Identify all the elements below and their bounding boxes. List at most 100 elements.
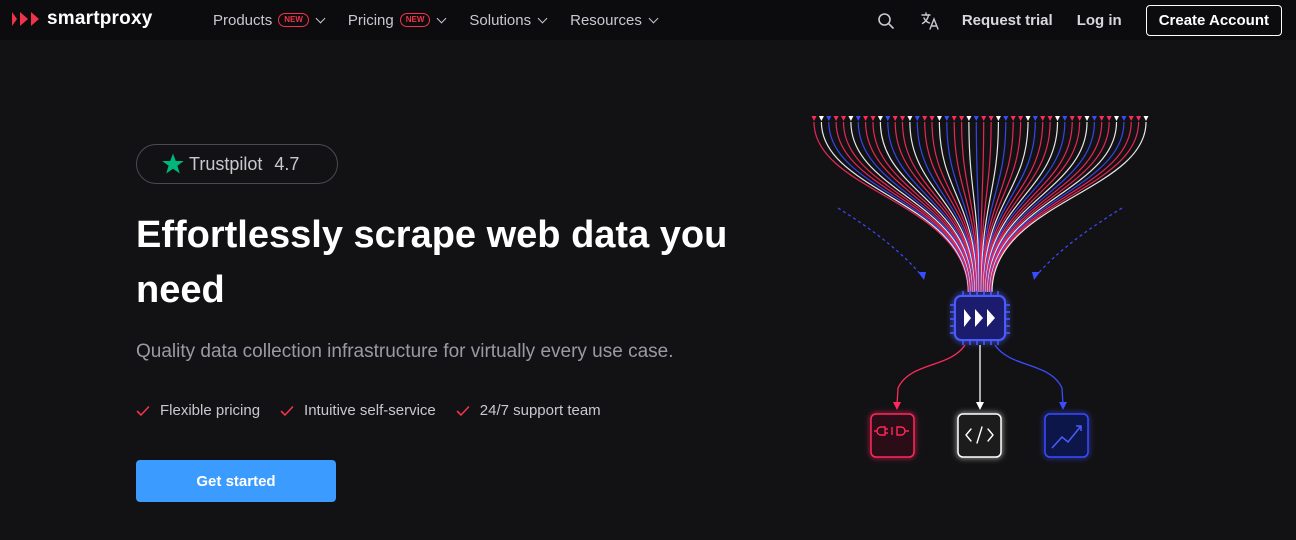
- get-started-button[interactable]: Get started: [136, 460, 336, 502]
- data-strands: [813, 121, 1147, 293]
- source-marker: [811, 116, 817, 121]
- top-navbar: smartproxy Products NEW Pricing NEW Solu…: [0, 0, 1296, 40]
- source-marker: [900, 116, 905, 121]
- page-subtitle: Quality data collection infrastructure f…: [136, 341, 674, 362]
- source-markers: [811, 116, 1149, 121]
- source-marker: [929, 116, 935, 121]
- source-marker: [841, 116, 846, 121]
- source-marker: [914, 116, 920, 121]
- source-marker: [818, 116, 824, 121]
- feature-list: Flexible pricing Intuitive self-service …: [136, 402, 621, 419]
- arrow-head-left: [918, 272, 926, 280]
- data-funnel-illustration: [811, 116, 1149, 458]
- source-marker: [1106, 116, 1112, 121]
- source-marker: [877, 116, 883, 121]
- source-marker: [988, 116, 994, 121]
- source-marker: [922, 116, 928, 121]
- arrow-head: [976, 402, 984, 410]
- menu-item-resources[interactable]: Resources: [570, 12, 659, 29]
- source-marker: [1091, 116, 1097, 121]
- trustpilot-label: Trustpilot: [189, 153, 263, 174]
- source-marker: [981, 116, 987, 121]
- source-marker: [863, 116, 869, 121]
- plug-icon: [870, 413, 915, 458]
- check-icon: [136, 405, 150, 416]
- create-account-button[interactable]: Create Account: [1145, 5, 1282, 36]
- source-marker: [995, 116, 1001, 121]
- source-marker: [951, 116, 957, 121]
- chevron-down-icon: [648, 13, 659, 23]
- menu-item-label: Products: [213, 11, 273, 29]
- source-marker: [1025, 116, 1031, 121]
- source-marker: [892, 116, 898, 121]
- chevron-down-icon: [436, 13, 447, 23]
- source-marker: [870, 116, 876, 121]
- check-icon: [456, 405, 470, 416]
- feature-item: Flexible pricing: [136, 402, 260, 419]
- logo-text: smartproxy: [47, 8, 153, 29]
- source-marker: [1047, 116, 1053, 121]
- source-marker: [1010, 116, 1016, 121]
- source-marker: [973, 116, 979, 121]
- search-icon[interactable]: [874, 9, 898, 33]
- chart-icon: [1044, 413, 1089, 458]
- menu-item-label: Solutions: [469, 11, 532, 29]
- arrow-head-right: [1032, 272, 1040, 280]
- source-marker: [1069, 116, 1075, 121]
- source-marker: [1143, 116, 1149, 121]
- source-marker: [826, 116, 832, 121]
- source-marker: [848, 116, 854, 121]
- source-marker: [1040, 116, 1046, 121]
- source-marker: [907, 116, 913, 121]
- arrow-head: [893, 402, 901, 410]
- output-line-right: [994, 344, 1064, 406]
- request-trial-link[interactable]: Request trial: [962, 12, 1053, 29]
- source-marker: [1018, 116, 1024, 121]
- menu-item-products[interactable]: Products NEW: [213, 11, 326, 29]
- processor-chip-icon: [950, 291, 1010, 345]
- source-marker: [1055, 116, 1060, 121]
- source-marker: [1084, 116, 1090, 121]
- menu-item-pricing[interactable]: Pricing NEW: [347, 11, 447, 29]
- log-in-link[interactable]: Log in: [1077, 12, 1122, 29]
- source-marker: [1121, 116, 1127, 121]
- source-marker: [1099, 116, 1105, 121]
- menu-item-label: Pricing: [347, 11, 394, 29]
- translate-icon[interactable]: [918, 9, 942, 33]
- rating-score: 4.7: [274, 153, 300, 174]
- feature-item: 24/7 support team: [456, 402, 601, 419]
- main-menu: Products NEW Pricing NEW Solutions Resou…: [213, 0, 681, 40]
- code-icon: [957, 413, 1002, 458]
- new-badge: NEW: [278, 13, 309, 27]
- source-marker: [1128, 116, 1134, 121]
- dashed-arrow-right: [1035, 207, 1123, 277]
- output-line-left: [896, 344, 966, 406]
- source-marker: [959, 116, 965, 121]
- source-marker: [966, 116, 972, 121]
- source-marker: [1077, 116, 1083, 121]
- chevron-down-icon: [537, 13, 548, 23]
- page-title: Effortlessly scrape web data you need: [136, 214, 728, 311]
- trustpilot-rating-badge[interactable]: Trustpilot 4.7: [136, 144, 338, 184]
- check-icon: [280, 405, 294, 416]
- source-marker: [1062, 116, 1068, 121]
- feature-label: 24/7 support team: [479, 402, 601, 419]
- source-marker: [855, 116, 861, 121]
- source-marker: [1114, 116, 1119, 121]
- source-marker: [885, 116, 891, 121]
- arrow-head: [1059, 402, 1067, 410]
- new-badge: NEW: [399, 13, 431, 27]
- source-marker: [1003, 116, 1009, 121]
- feature-label: Intuitive self-service: [304, 402, 436, 419]
- menu-item-solutions[interactable]: Solutions: [469, 11, 548, 29]
- logo[interactable]: smartproxy: [12, 8, 153, 30]
- chevron-down-icon: [315, 13, 326, 23]
- source-marker: [936, 116, 942, 121]
- source-marker: [833, 116, 839, 121]
- star-icon: [162, 153, 184, 174]
- source-marker: [944, 116, 950, 121]
- dashed-arrow-left: [837, 207, 923, 277]
- feature-label: Flexible pricing: [160, 402, 261, 419]
- source-marker: [1032, 116, 1038, 121]
- logo-icon: [12, 12, 39, 26]
